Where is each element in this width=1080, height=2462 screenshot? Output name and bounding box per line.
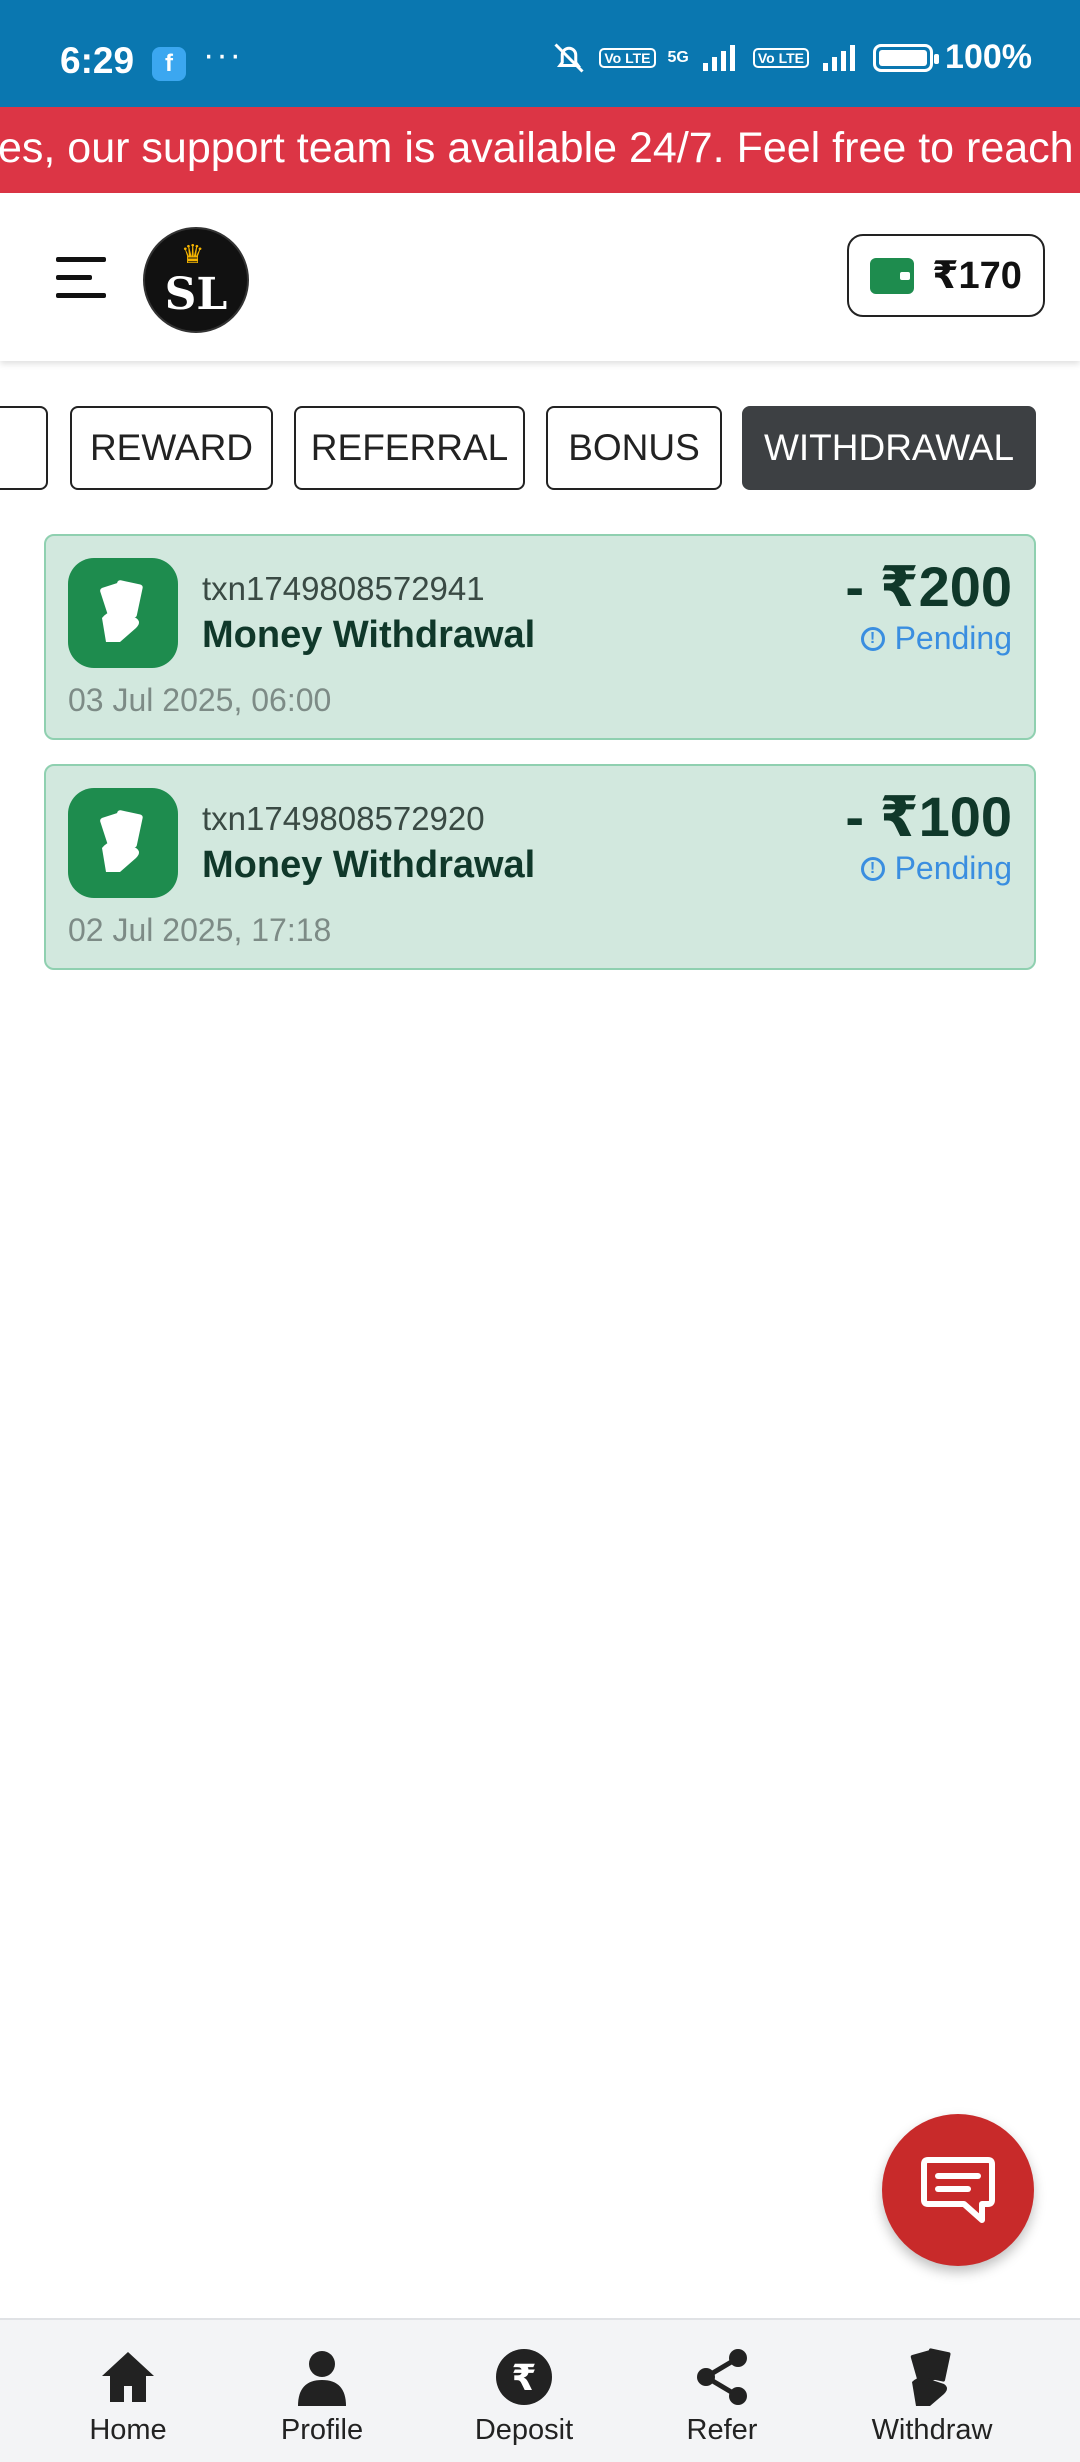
battery-percent: 100% bbox=[945, 38, 1032, 76]
wallet-amount: ₹170 bbox=[932, 255, 1022, 297]
status-badge: ! Pending bbox=[860, 850, 1012, 887]
tab-referral[interactable]: REFERRAL bbox=[294, 406, 525, 490]
volte-badge-2: Vo LTE bbox=[752, 47, 810, 68]
transaction-card[interactable]: txn1749808572920 Money Withdrawal 02 Jul… bbox=[44, 764, 1036, 970]
app-header: ♛ SL ₹170 bbox=[0, 193, 1080, 361]
status-badge: ! Pending bbox=[860, 620, 1012, 657]
tab-previous-partial[interactable] bbox=[0, 406, 48, 490]
announcement-text: es, our support team is available 24/7. … bbox=[0, 124, 1074, 172]
transaction-filter-tabs: REWARD REFERRAL BONUS WITHDRAWAL bbox=[0, 406, 1080, 492]
cash-icon bbox=[68, 558, 178, 668]
tab-reward[interactable]: REWARD bbox=[70, 406, 273, 490]
nav-withdraw[interactable]: Withdraw bbox=[832, 2320, 1032, 2462]
home-icon bbox=[102, 2352, 154, 2402]
cash-icon bbox=[910, 2348, 951, 2406]
status-text: Pending bbox=[894, 620, 1012, 656]
signal-icon-2 bbox=[823, 44, 856, 71]
menu-icon[interactable] bbox=[56, 257, 106, 299]
transaction-id: txn1749808572941 bbox=[202, 570, 485, 607]
status-time: 6:29 bbox=[60, 40, 135, 81]
nav-refer[interactable]: Refer bbox=[622, 2320, 822, 2462]
transaction-card[interactable]: txn1749808572941 Money Withdrawal 03 Jul… bbox=[44, 534, 1036, 740]
nav-deposit[interactable]: ₹ Deposit bbox=[424, 2320, 624, 2462]
bottom-navigation: Home Profile ₹ Deposit Refer Withdraw bbox=[0, 2318, 1080, 2462]
volte-badge: Vo LTE bbox=[599, 47, 656, 68]
nav-profile[interactable]: Profile bbox=[222, 2320, 422, 2462]
status-icons: Vo LTE 5G Vo LTE 100% bbox=[551, 38, 1032, 77]
transaction-amount: - ₹200 bbox=[845, 555, 1012, 618]
svg-text:₹: ₹ bbox=[511, 2358, 536, 2399]
info-circle-icon: ! bbox=[860, 626, 885, 651]
transaction-date: 03 Jul 2025, 06:00 bbox=[68, 682, 332, 718]
wallet-button[interactable]: ₹170 bbox=[847, 234, 1045, 317]
person-icon bbox=[298, 2351, 346, 2406]
share-icon bbox=[697, 2349, 747, 2405]
cash-icon bbox=[68, 788, 178, 898]
nav-deposit-label: Deposit bbox=[474, 2414, 574, 2446]
signal-icon bbox=[702, 44, 735, 71]
mute-bell-icon bbox=[554, 42, 584, 73]
battery-icon bbox=[873, 43, 940, 72]
transaction-date: 02 Jul 2025, 17:18 bbox=[68, 912, 332, 948]
status-text: Pending bbox=[894, 850, 1012, 886]
chat-support-button[interactable] bbox=[882, 2114, 1034, 2266]
crown-icon: ♛ bbox=[181, 239, 205, 269]
transaction-amount: - ₹100 bbox=[845, 785, 1012, 848]
nav-profile-label: Profile bbox=[280, 2414, 364, 2446]
logo-text: SL bbox=[164, 269, 228, 320]
tab-bonus[interactable]: BONUS bbox=[546, 406, 722, 490]
rupee-icon: ₹ bbox=[496, 2349, 552, 2405]
nav-home-label: Home bbox=[89, 2414, 167, 2446]
nav-refer-label: Refer bbox=[686, 2414, 758, 2446]
chat-icon bbox=[921, 2157, 995, 2223]
wallet-icon bbox=[870, 257, 915, 294]
transaction-id: txn1749808572920 bbox=[202, 800, 485, 837]
facebook-icon: f bbox=[152, 47, 186, 81]
transaction-title: Money Withdrawal bbox=[202, 614, 536, 656]
transaction-title: Money Withdrawal bbox=[202, 844, 536, 886]
nav-home[interactable]: Home bbox=[28, 2320, 228, 2462]
network-type: 5G bbox=[667, 48, 689, 66]
status-bar: 6:29 f ··· Vo LTE 5G Vo LTE 100% bbox=[0, 0, 1080, 107]
info-circle-icon: ! bbox=[860, 856, 885, 881]
more-notifications-icon: ··· bbox=[203, 36, 243, 74]
announcement-banner: es, our support team is available 24/7. … bbox=[0, 107, 1080, 193]
nav-withdraw-label: Withdraw bbox=[871, 2414, 993, 2446]
app-logo[interactable]: ♛ SL bbox=[143, 227, 249, 333]
tab-withdrawal[interactable]: WITHDRAWAL bbox=[742, 406, 1036, 490]
